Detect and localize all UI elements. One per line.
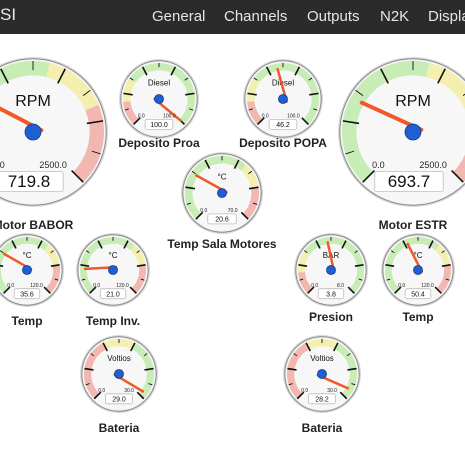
gauge-min-label: 0.0 — [301, 388, 308, 394]
gauge-hub — [413, 265, 423, 275]
gauge-label: Presion — [308, 310, 354, 324]
gauge-hub — [326, 265, 336, 275]
gauge: °C 0.0 120.0 21.0 — [76, 233, 150, 307]
gauge-unit-label: °C — [218, 172, 227, 181]
gauge-min-label: 0.0 — [98, 388, 105, 394]
gauge-hub — [317, 369, 327, 379]
gauge-value: 35.6 — [20, 292, 34, 299]
gauge-value: 28.2 — [315, 397, 329, 404]
gauge-hub — [22, 265, 32, 275]
gauge-max-label: 120.0 — [30, 283, 43, 289]
gauge-label: Bateria — [301, 421, 343, 435]
gauge-hub — [404, 123, 422, 141]
gauge-unit-label: °C — [109, 251, 118, 260]
gauge: Diesel0.0 100.046.2 — [243, 59, 323, 139]
gauge-max-label: 100.0 — [163, 114, 176, 120]
gauge: °C 0.0 120.0 35.6 — [0, 233, 64, 307]
nav-n2k[interactable]: N2K — [380, 8, 409, 25]
gauge-label: Temp Inv. — [85, 314, 141, 328]
gauge-unit-label: °C — [23, 251, 32, 260]
gauge-unit-label: Voltios — [107, 354, 131, 363]
gauge-max-label: 2500.0 — [39, 160, 67, 170]
gauge-label: Bateria — [98, 421, 140, 435]
gauge: °C0.0 120.050.4 — [381, 233, 455, 307]
nav-display[interactable]: Displa — [428, 8, 465, 25]
gauge-value: 3.8 — [326, 292, 336, 299]
gauge-zone — [103, 339, 135, 350]
gauge-max-label: 8.0 — [337, 283, 344, 289]
gauge-value: 50.4 — [411, 292, 425, 299]
gauge-label: Temp — [11, 314, 43, 328]
gauge-min-label: 0.0 — [0, 160, 5, 170]
gauge-min-label: 0.0 — [93, 283, 100, 289]
gauge-max-label: 2500.0 — [419, 160, 447, 170]
gauge-value: 20.6 — [215, 217, 229, 224]
gauge-zone — [306, 339, 338, 350]
gauge-hub — [217, 188, 227, 198]
gauge-label: Motor ESTR — [378, 218, 448, 232]
nav-channels[interactable]: Channels — [224, 8, 287, 25]
top-navbar: SI General Channels Outputs N2K Displa — [0, 0, 465, 34]
gauge-label: Deposito Proa — [118, 136, 200, 150]
gauge: Voltios 0.0 30.0 28.2 — [283, 335, 361, 413]
gauge-value: 693.7 — [388, 172, 431, 191]
gauge-hub — [154, 94, 164, 104]
gauge-value: 100.0 — [150, 122, 168, 129]
gauge: Diesel 0.0 100.0 100.0 — [119, 59, 199, 139]
gauge-max-label: 70.0 — [228, 208, 238, 214]
gauge: RPM 0.0 2500.0 719.8 — [0, 57, 108, 207]
gauge-unit-label: Voltios — [310, 354, 334, 363]
gauge-max-label: 100.0 — [287, 114, 300, 120]
gauge: Voltios 0.0 30.0 29.0 — [80, 335, 158, 413]
gauge-min-label: 0.0 — [7, 283, 14, 289]
gauge-max-label: 120.0 — [116, 283, 129, 289]
gauge-label: Motor BABOR — [0, 218, 74, 232]
gauge-unit-label: RPM — [395, 93, 431, 110]
gauge-min-label: 0.0 — [398, 283, 405, 289]
gauge-value: 21.0 — [106, 292, 120, 299]
gauge-value: 29.0 — [112, 397, 126, 404]
gauge-hub — [108, 265, 118, 275]
gauge-min-label: 0.0 — [262, 114, 269, 120]
gauge-hub — [24, 123, 42, 141]
gauge: °C 0.0 70.0 20.6 — [181, 152, 263, 234]
gauge-label: Deposito POPA — [239, 136, 327, 150]
gauge-unit-label: RPM — [15, 93, 51, 110]
nav-outputs[interactable]: Outputs — [307, 8, 360, 25]
nav-general[interactable]: General — [152, 8, 205, 25]
gauge-max-label: 120.0 — [421, 283, 434, 289]
gauge-min-label: 0.0 — [200, 208, 207, 214]
gauge: BAR0.08.03.8 — [294, 233, 368, 307]
gauge-hub — [278, 94, 288, 104]
gauge-max-label: 30.0 — [124, 388, 134, 394]
gauge: RPM 0.0 2500.0 693.7 — [338, 57, 465, 207]
gauge-label: Temp — [402, 310, 434, 324]
gauge-max-label: 30.0 — [327, 388, 337, 394]
gauge-value: 719.8 — [8, 172, 51, 191]
gauge-dashboard: RPM0.02500.0719.8Diesel0.0100.0100.0Dies… — [0, 34, 465, 465]
gauge-label: Temp Sala Motores — [167, 237, 277, 251]
gauge-unit-label: Diesel — [148, 79, 170, 88]
gauge-hub — [114, 369, 124, 379]
gauge-min-label: 0.0 — [311, 283, 318, 289]
gauge-min-label: 0.0 — [372, 160, 385, 170]
gauge-value: 46.2 — [276, 122, 290, 129]
app-brand[interactable]: SI — [0, 5, 16, 25]
gauge-min-label: 0.0 — [138, 114, 145, 120]
